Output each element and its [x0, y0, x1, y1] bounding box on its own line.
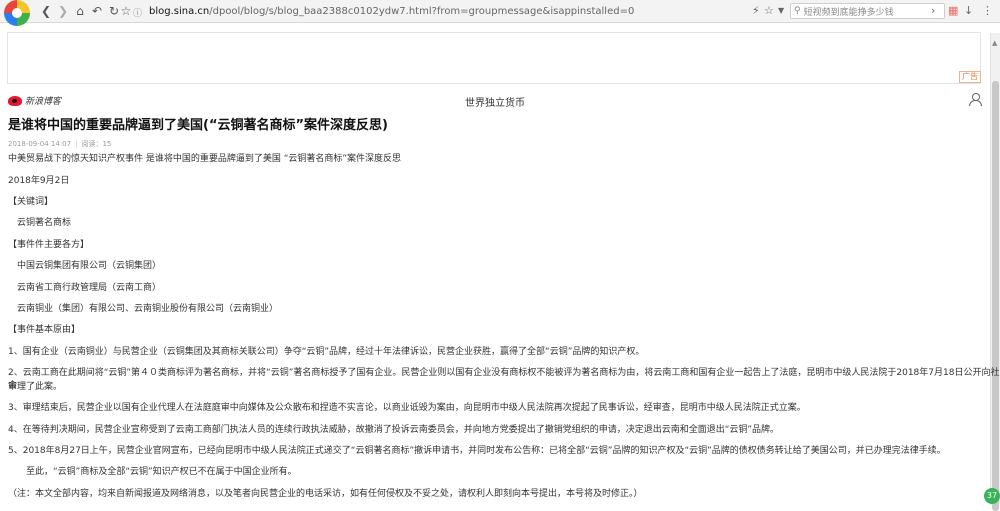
page-scrollbar[interactable]: ▲ — [990, 33, 1000, 511]
item-2-cont: 审理了此案。 — [8, 382, 63, 392]
ad-banner[interactable] — [7, 32, 981, 84]
back-icon[interactable]: ❮ — [38, 3, 54, 19]
item-6: 至此，“云铜”商标及全部“云铜”知识产权已不在属于中国企业所有。 — [26, 467, 297, 477]
item-5: 5、2018年8月27日上午，民营企业官网宣布，已经向昆明市中级人民法院正式递交… — [8, 446, 946, 456]
article-subtitle: 中美贸易战下的惊天知识产权事件 是谁将中国的重要品牌逼到了美国 “云铜著名商标”… — [8, 154, 402, 164]
item-1: 1、国有企业（云南铜业）与民营企业（云铜集团及其商标关联公司）争夺“云铜”品牌，… — [8, 347, 645, 357]
lightning-icon[interactable]: ⚡ — [752, 3, 760, 19]
article-reads: 阅读：15 — [81, 140, 112, 148]
favorite-star-icon[interactable]: ☆ — [764, 3, 774, 19]
blog-name[interactable]: 世界独立货币 — [0, 94, 990, 109]
keywords-heading: 【关键词】 — [8, 197, 54, 207]
browser-logo-icon — [4, 0, 30, 26]
search-input[interactable]: ⚲ 短视频到底能挣多少钱 — [790, 3, 945, 19]
chevron-down-icon[interactable]: ▼ — [778, 3, 784, 19]
party-1: 中国云铜集团有限公司（云铜集团） — [17, 261, 162, 271]
article-header: 是谁将中国的重要品牌逼到了美国(“云铜著名商标”案件深度反思) 2018-09-… — [8, 117, 983, 149]
url-path: /dpool/blog/s/blog_baa2388c0102ydw7.html… — [209, 5, 635, 17]
article-note: （注：本文全部内容，均来自新闻报道及网络消息，以及笔者向民营企业的电话采访，如有… — [8, 489, 643, 499]
article-meta: 2018-09-04 14:07 | 阅读：15 — [8, 140, 112, 148]
publish-date: 2018年9月2日 — [8, 176, 70, 186]
search-placeholder: 短视频到底能挣多少钱 — [803, 7, 894, 18]
blog-header: 新浪博客 世界独立货币 — [0, 88, 990, 112]
menu-icon[interactable]: ⋮ — [982, 3, 993, 19]
scroll-up-icon[interactable]: ▲ — [992, 39, 997, 47]
url-host: blog.sina.cn — [149, 5, 210, 17]
user-icon[interactable] — [969, 93, 982, 106]
page-info-icon: ⓘ — [133, 9, 143, 19]
item-3: 3、审理结束后，民营企业以国有企业代理人在法庭庭审中向媒体及公众散布和捏造不实言… — [8, 403, 806, 413]
scroll-thumb[interactable] — [992, 81, 999, 511]
parties-heading: 【事件件主要各方】 — [8, 240, 90, 250]
party-3: 云南铜业（集团）有限公司、云南铜业股份有限公司（云南铜业） — [17, 304, 279, 314]
search-go-icon[interactable]: › — [931, 3, 935, 19]
origin-heading: 【事件基本原由】 — [8, 325, 81, 335]
forward-icon[interactable]: ❯ — [55, 3, 71, 19]
item-4: 4、在等待判决期间，民营企业宣称受到了云南工商部门执法人员的连续行政执法威胁，故… — [8, 425, 780, 435]
home-icon[interactable]: ⌂ — [72, 3, 88, 19]
apps-grid-icon[interactable]: ▦ — [948, 3, 958, 19]
bookmark-star-icon[interactable]: ☆ — [118, 3, 134, 19]
party-2: 云南省工商行政管理局（云南工商） — [17, 283, 162, 293]
ad-badge[interactable]: 广告 — [959, 71, 981, 83]
article-date: 2018-09-04 14:07 — [8, 140, 72, 148]
floating-badge[interactable]: 37 — [984, 488, 1000, 504]
undo-icon[interactable]: ↶ — [89, 3, 105, 19]
keywords-text: 云铜著名商标 — [17, 218, 72, 228]
browser-toolbar: ❮ ❯ ⌂ ↶ ↻ ☆ ⓘ blog.sina.cn /dpool/blog/s… — [0, 0, 1000, 26]
search-icon: ⚲ — [794, 6, 801, 16]
address-bar[interactable]: ⓘ blog.sina.cn /dpool/blog/s/blog_baa238… — [133, 3, 743, 20]
download-icon[interactable]: ↓ — [964, 3, 973, 19]
item-2: 2、云南工商在此期间将“云铜”第４０类商标评为著名商标，并将“云铜”著名商标授予… — [8, 368, 1000, 391]
article-title: 是谁将中国的重要品牌逼到了美国(“云铜著名商标”案件深度反思) — [8, 118, 388, 133]
